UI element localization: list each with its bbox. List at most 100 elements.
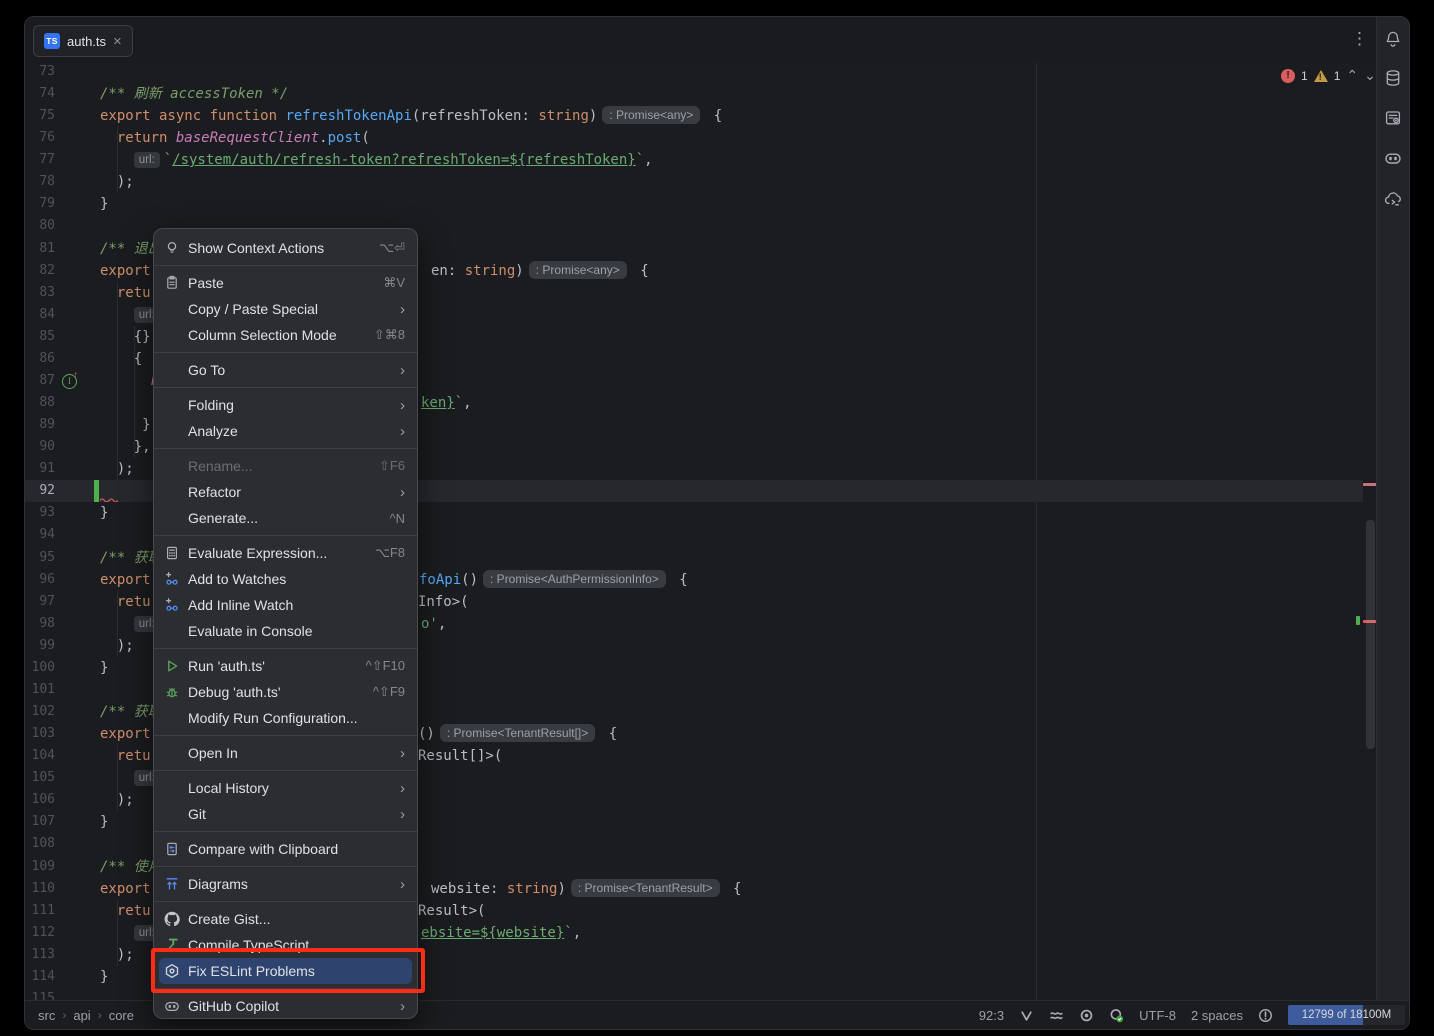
breadcrumb-chevron-icon: ›: [98, 1008, 102, 1022]
breadcrumb-chevron-icon: ›: [62, 1008, 66, 1022]
code-token: website:: [431, 881, 507, 897]
stripe-mark-green[interactable]: [1356, 616, 1360, 625]
menu-item-copy-paste-special[interactable]: Copy / Paste Special›: [154, 296, 417, 322]
memory-indicator[interactable]: 12799 of 18100M: [1288, 1005, 1405, 1025]
code-token: ,: [573, 925, 581, 941]
code-token: foApi: [419, 572, 461, 588]
line-number: 95: [25, 547, 55, 569]
menu-separator: [154, 897, 417, 906]
more-options-icon[interactable]: ⋮: [1351, 29, 1368, 49]
breadcrumb[interactable]: src › api › core: [38, 1008, 134, 1023]
cloud-code-icon[interactable]: [1384, 190, 1402, 208]
line-number: 103: [25, 723, 55, 745]
no-icon: [164, 423, 180, 439]
menu-item-refactor[interactable]: Refactor›: [154, 479, 417, 505]
submenu-arrow-icon: ›: [400, 999, 405, 1014]
breadcrumb-item-core[interactable]: core: [109, 1008, 134, 1023]
line-number: 113: [25, 944, 55, 966]
menu-item-analyze[interactable]: Analyze›: [154, 418, 417, 444]
code-token: );: [100, 638, 134, 654]
prev-problem-icon[interactable]: ⌃: [1346, 67, 1358, 84]
code-line: export: [100, 260, 151, 282]
menu-item-generate[interactable]: Generate...^N: [154, 505, 417, 531]
menu-item-create-gist[interactable]: Create Gist...: [154, 906, 417, 932]
warning-count-icon: !: [1314, 70, 1328, 82]
code-line-fragment: en: string): Promise<any> {: [431, 260, 649, 282]
file-encoding[interactable]: UTF-8: [1139, 1008, 1176, 1023]
line-number: 106: [25, 789, 55, 811]
code-token: [100, 770, 134, 786]
no-icon: [164, 806, 180, 822]
waves-icon[interactable]: [1049, 1008, 1064, 1023]
code-token: {: [705, 108, 722, 124]
code-token: .: [319, 130, 327, 146]
code-token: return: [117, 130, 176, 146]
menu-item-column-selection-mode[interactable]: Column Selection Mode⇧⌘8: [154, 322, 417, 348]
code-token: }: [100, 505, 108, 521]
vertical-scrollbar[interactable]: [1366, 520, 1375, 749]
bell-icon[interactable]: [1384, 30, 1402, 48]
menu-item-compare-with-clipboard[interactable]: Compare with Clipboard: [154, 836, 417, 862]
menu-item-folding[interactable]: Folding›: [154, 392, 417, 418]
menu-item-paste[interactable]: Paste⌘V: [154, 270, 417, 296]
separator-line: [154, 770, 417, 771]
breadcrumb-item-api[interactable]: api: [73, 1008, 90, 1023]
ide-window: TS auth.ts × ⋮ 7374/** 刷新 accessToken */…: [24, 16, 1410, 1030]
menu-item-modify-run-configuration[interactable]: Modify Run Configuration...: [154, 705, 417, 731]
caret-position[interactable]: 92:3: [979, 1008, 1004, 1023]
code-token: ): [589, 108, 597, 124]
database-icon[interactable]: [1384, 69, 1402, 87]
code-token: {: [100, 351, 142, 367]
menu-item-diagrams[interactable]: Diagrams›: [154, 871, 417, 897]
code-token: [100, 130, 117, 146]
indent-style[interactable]: 2 spaces: [1191, 1008, 1243, 1023]
line-number: 79: [25, 193, 55, 215]
menu-item-git[interactable]: Git›: [154, 801, 417, 827]
menu-item-local-history[interactable]: Local History›: [154, 775, 417, 801]
no-icon: [164, 327, 180, 343]
next-problem-icon[interactable]: ⌄: [1364, 67, 1376, 84]
chevron-v-icon[interactable]: [1019, 1008, 1034, 1023]
menu-item-label: Show Context Actions: [188, 240, 367, 256]
inspections-widget[interactable]: !1!1⌃⌄: [1281, 67, 1376, 84]
code-token: {: [725, 881, 742, 897]
menu-item-debug-auth-ts[interactable]: Debug 'auth.ts'^⇧F9: [154, 679, 417, 705]
error-count-icon: !: [1281, 69, 1295, 83]
copilot-icon[interactable]: [1384, 149, 1402, 167]
code-token: /** 刷新 accessToken */: [100, 86, 288, 102]
line-number: 100: [25, 657, 55, 679]
menu-item-go-to[interactable]: Go To›: [154, 357, 417, 383]
menu-item-add-inline-watch[interactable]: Add Inline Watch: [154, 592, 417, 618]
menu-item-label: Diagrams: [188, 876, 388, 892]
menu-item-open-in[interactable]: Open In›: [154, 740, 417, 766]
line-number: 108: [25, 833, 55, 855]
menu-item-run-auth-ts[interactable]: Run 'auth.ts'^⇧F10: [154, 653, 417, 679]
inspection-highlight-icon[interactable]: [1258, 1008, 1273, 1023]
submenu-arrow-icon: ›: [400, 302, 405, 317]
menu-item-evaluate-expression[interactable]: Evaluate Expression...⌥F8: [154, 540, 417, 566]
code-line: );: [100, 458, 134, 480]
breadcrumb-item-src[interactable]: src: [38, 1008, 55, 1023]
menu-item-add-to-watches[interactable]: Add to Watches: [154, 566, 417, 592]
tab-auth-ts[interactable]: TS auth.ts ×: [33, 25, 133, 57]
line-number: 76: [25, 127, 55, 149]
bulb-icon: [164, 240, 180, 256]
menu-separator: [154, 383, 417, 392]
menu-item-show-context-actions[interactable]: Show Context Actions⌥⏎: [154, 235, 417, 261]
line-number: 73: [25, 61, 55, 83]
code-token: {: [671, 572, 688, 588]
menu-item-github-copilot[interactable]: GitHub Copilot›: [154, 993, 417, 1019]
report-icon[interactable]: [1384, 109, 1402, 127]
code-token: ,: [644, 152, 652, 168]
menu-item-label: Evaluate Expression...: [188, 545, 363, 561]
code-token: en:: [431, 263, 465, 279]
line-number: 83: [25, 282, 55, 304]
ring-icon[interactable]: [1079, 1008, 1094, 1023]
tab-close-icon[interactable]: ×: [113, 34, 122, 49]
menu-item-evaluate-in-console[interactable]: Evaluate in Console: [154, 618, 417, 644]
submenu-arrow-icon: ›: [400, 807, 405, 822]
compare-clipboard-icon: [164, 841, 180, 857]
profile-check-icon[interactable]: [1109, 1008, 1124, 1023]
menu-item-label: Refactor: [188, 484, 388, 500]
code-line: );: [100, 789, 134, 811]
